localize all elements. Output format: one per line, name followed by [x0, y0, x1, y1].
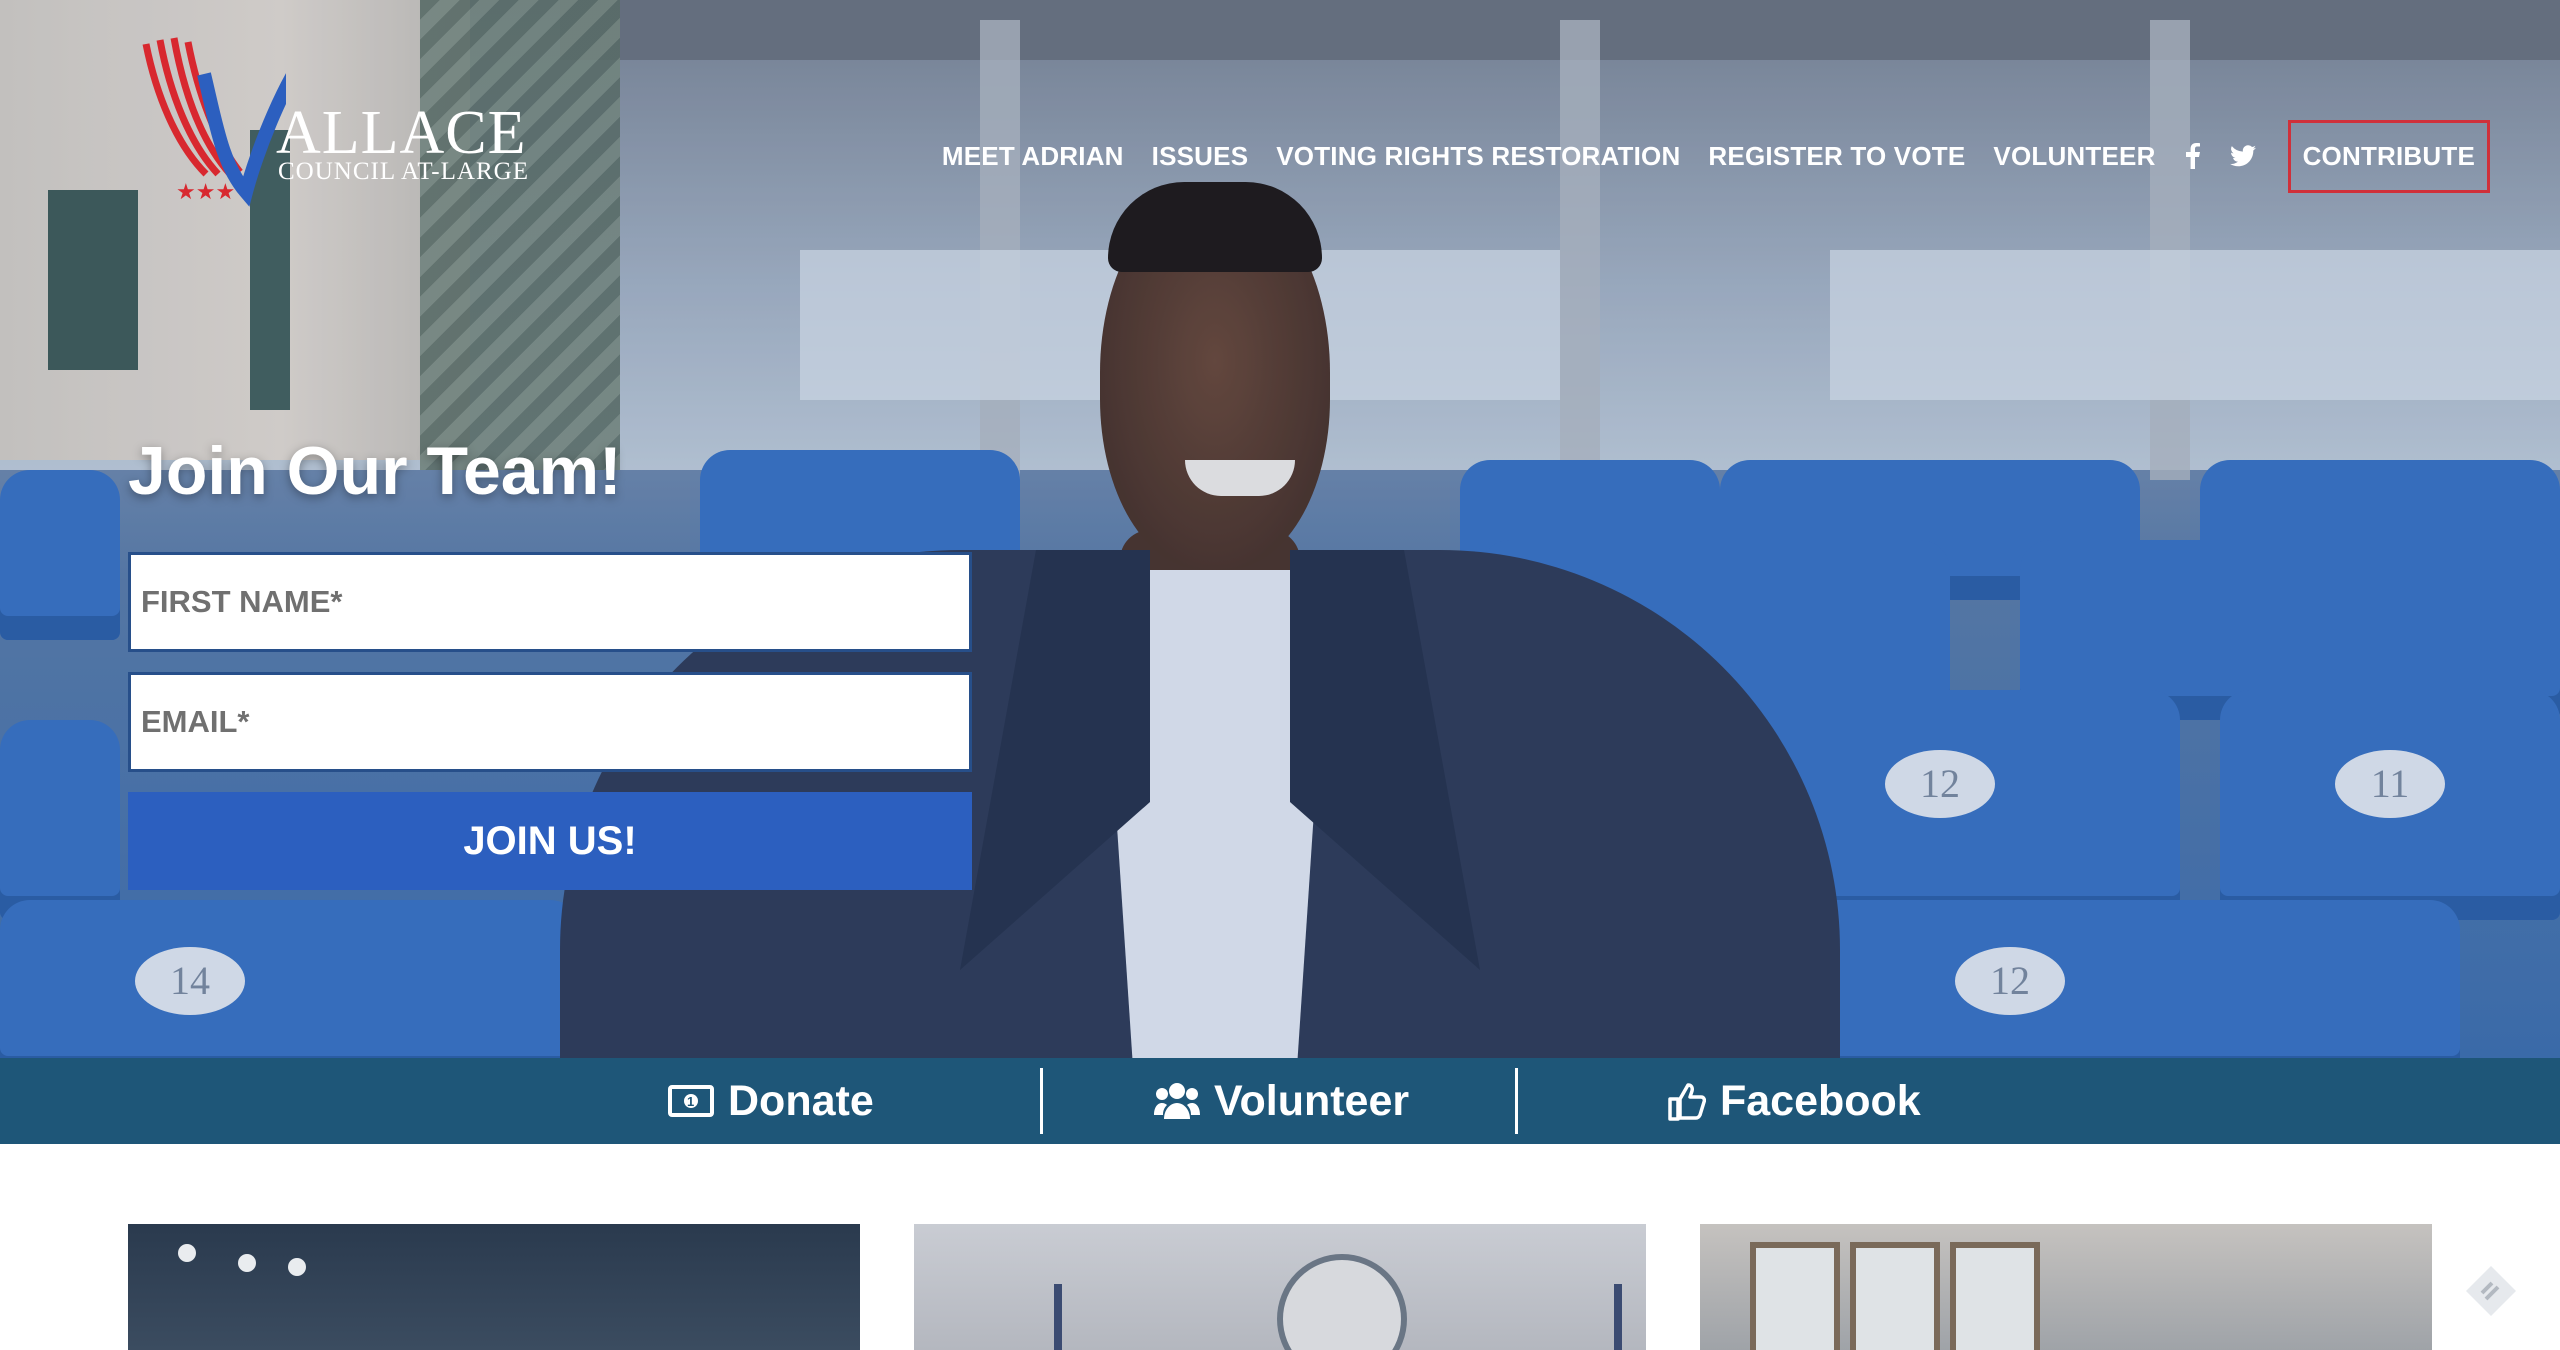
flag-pole: [1054, 1284, 1062, 1350]
twitter-icon[interactable]: [2229, 145, 2256, 167]
nav-item-issues[interactable]: ISSUES: [1152, 141, 1249, 172]
logo-subtitle: COUNCIL AT-LARGE: [278, 158, 529, 185]
logo-wordmark: ALLACE: [276, 99, 527, 167]
contribute-button[interactable]: CONTRIBUTE: [2287, 119, 2490, 193]
users-icon: [1154, 1083, 1200, 1119]
facebook-icon[interactable]: [2185, 143, 2200, 169]
nav-item-meet-adrian[interactable]: MEET ADRIAN: [942, 141, 1124, 172]
money-icon: 1: [668, 1085, 714, 1117]
ceiling-light: [288, 1258, 306, 1276]
email-input[interactable]: [128, 672, 972, 772]
floating-tag-icon[interactable]: [2462, 1262, 2520, 1320]
facebook-link[interactable]: Facebook: [1666, 1058, 1921, 1144]
svg-text:1: 1: [687, 1094, 694, 1109]
join-us-button[interactable]: JOIN US!: [128, 792, 972, 890]
action-divider: [1515, 1068, 1518, 1134]
nav-item-volunteer[interactable]: VOLUNTEER: [1993, 141, 2155, 172]
main-nav: MEET ADRIAN ISSUES VOTING RIGHTS RESTORA…: [914, 119, 2490, 193]
site-logo[interactable]: ★★★ ALLACE COUNCIL AT-LARGE: [128, 30, 538, 207]
classroom-window: [1850, 1242, 1940, 1350]
thumbs-up-icon: [1668, 1083, 1706, 1121]
first-name-input[interactable]: [128, 552, 972, 652]
flag-pole: [1614, 1284, 1622, 1350]
ceiling-light: [238, 1254, 256, 1272]
nav-item-voting-rights-restoration[interactable]: VOTING RIGHTS RESTORATION: [1276, 141, 1680, 172]
ceiling-light: [178, 1244, 196, 1262]
action-divider: [1040, 1068, 1043, 1134]
donate-link[interactable]: 1 Donate: [668, 1058, 874, 1144]
government-seal: [1277, 1254, 1407, 1350]
news-card[interactable]: [914, 1224, 1646, 1350]
news-card[interactable]: [1700, 1224, 2432, 1350]
news-card[interactable]: [128, 1224, 860, 1350]
classroom-window: [1950, 1242, 2040, 1350]
classroom-window: [1750, 1242, 1840, 1350]
svg-text:★★★: ★★★: [176, 179, 235, 204]
volunteer-link[interactable]: Volunteer: [1154, 1058, 1409, 1144]
facebook-label: Facebook: [1720, 1076, 1921, 1125]
nav-item-register-to-vote[interactable]: REGISTER TO VOTE: [1708, 141, 1965, 172]
signup-title: Join Our Team!: [128, 433, 622, 509]
logo-flag-check-icon: ★★★: [142, 37, 286, 207]
donate-label: Donate: [728, 1076, 874, 1125]
volunteer-label: Volunteer: [1214, 1076, 1410, 1125]
action-bar: 1 Donate Volunteer Facebook: [0, 1058, 2560, 1144]
